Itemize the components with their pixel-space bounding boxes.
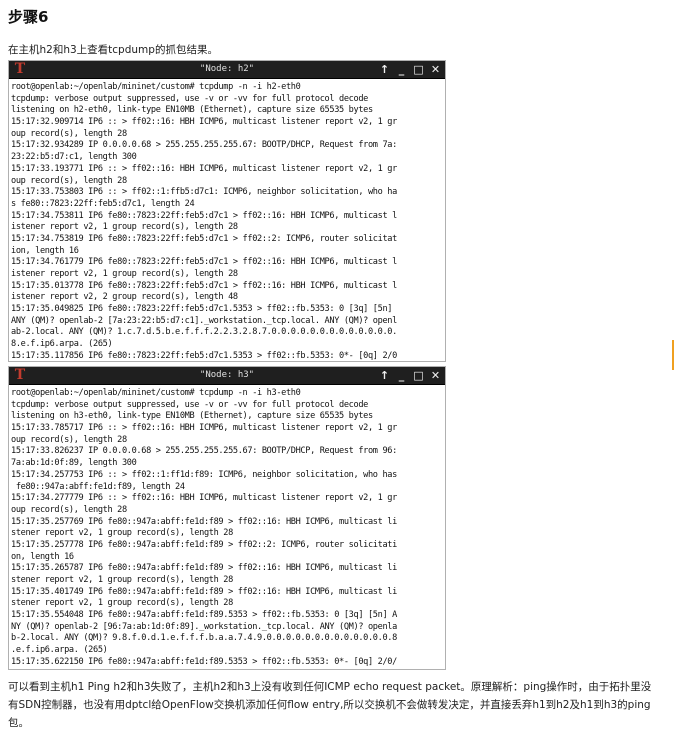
terminal-line: tcpdump: verbose output suppressed, use …: [11, 399, 368, 410]
terminal-line: ion, length 16: [11, 245, 79, 256]
terminal-line: 15:17:33.193771 IP6 :: > ff02::16: HBH I…: [11, 163, 397, 174]
up-arrow-icon[interactable]: ↑: [379, 367, 390, 384]
terminal-line: NY (QM)? openlab-2 [96:7a:ab:1d:0f:89]._…: [11, 621, 397, 632]
terminal-line: 15:17:32.934289 IP 0.0.0.0.68 > 255.255.…: [11, 140, 397, 151]
terminal-line: 23:22:b5:d7:c1, length 300: [11, 152, 137, 163]
terminal-output[interactable]: root@openlab:~/openlab/mininet/custom# t…: [9, 79, 445, 363]
terminal-line: 15:17:34.257753 IP6 :: > ff02::1:ff1d:f8…: [11, 469, 397, 480]
terminal-line: istener report v2, 1 group record(s), le…: [11, 222, 238, 233]
window-controls: ↑ _ □ ✕: [379, 61, 441, 78]
terminal-line: 15:17:35.117856 IP6 fe80::7823:22ff:feb5…: [11, 350, 397, 361]
terminal-line: stener report v2, 1 group record(s), len…: [11, 575, 233, 585]
terminal-line: 15:17:35.401749 IP6 fe80::947a:abff:fe1d…: [11, 586, 397, 597]
terminal-line: 15:17:34.761779 IP6 fe80::7823:22ff:feb5…: [11, 257, 397, 268]
terminal-line: 15:17:35.257769 IP6 fe80::947a:abff:fe1d…: [11, 516, 397, 527]
terminal-line: 15:17:34.753819 IP6 fe80::7823:22ff:feb5…: [11, 233, 397, 244]
terminal-line: 15:17:35.257778 IP6 fe80::947a:abff:fe1d…: [11, 539, 397, 550]
terminal-line: 15:17:34.753811 IP6 fe80::7823:22ff:feb5…: [11, 210, 397, 221]
terminal-line: stener report v2, 1 group record(s), len…: [11, 528, 233, 539]
terminal-line: 8.e.f.ip6.arpa. (265): [11, 339, 113, 350]
terminal-line: on, length 16: [11, 551, 74, 562]
terminal-line: s fe80::7823:22ff:feb5:d7c1, length 24: [11, 198, 195, 209]
terminal-line: tcpdump: verbose output suppressed, use …: [11, 93, 368, 104]
maximize-icon[interactable]: □: [413, 61, 424, 78]
terminal-line: 15:17:35.013778 IP6 fe80::7823:22ff:feb5…: [11, 280, 397, 291]
terminal-line: .e.f.ip6.arpa. (265): [11, 645, 108, 656]
terminal-line: 15:17:35.554048 IP6 fe80::947a:abff:fe1d…: [11, 610, 397, 621]
terminal-line: root@openlab:~/openlab/mininet/custom# t…: [11, 388, 301, 398]
article-page: 步骤6 在主机h2和h3上查看tcpdump的抓包结果。 T "Node: h2…: [0, 0, 676, 738]
maximize-icon[interactable]: □: [413, 367, 424, 384]
terminal-line: oup record(s), length 28: [11, 504, 127, 515]
terminal-line: 15:17:35.265787 IP6 fe80::947a:abff:fe1d…: [11, 563, 397, 574]
terminal-line: istener report v2, 2 group record(s), le…: [11, 292, 238, 303]
terminal-line: fe80::947a:abff:fe1d:f89, length 24: [11, 481, 185, 492]
terminal-window-h3: T "Node: h3" ↑ _ □ ✕ root@openlab:~/open…: [8, 366, 446, 670]
scroll-indicator[interactable]: [672, 340, 674, 370]
summary-paragraph: 可以看到主机h1 Ping h2和h3失败了，主机h2和h3上没有收到任何ICM…: [8, 681, 652, 729]
terminal-line: 15:17:35.049825 IP6 fe80::7823:22ff:feb5…: [11, 304, 393, 315]
terminal-line: 7a:ab:1d:0f:89, length 300: [11, 458, 137, 469]
terminal-line: ANY (QM)? openlab-2 [7a:23:22:b5:d7:c1].…: [11, 315, 397, 326]
terminal-line: 15:17:32.909714 IP6 :: > ff02::16: HBH I…: [11, 117, 397, 128]
terminal-line: istener report v2, 1 group record(s), le…: [11, 269, 238, 279]
terminal-line: listening on h3-eth0, link-type EN10MB (…: [11, 411, 373, 422]
window-controls: ↑ _ □ ✕: [379, 367, 441, 384]
terminal-line: ab-2.local. ANY (QM)? 1.c.7.d.5.b.e.f.f.…: [11, 327, 397, 338]
terminal-line: oup record(s), length 28: [11, 434, 127, 445]
terminal-line: listening on h2-eth0, link-type EN10MB (…: [11, 105, 373, 116]
terminal-line: oup record(s), length 28: [11, 175, 127, 186]
step-heading: 步骤6: [8, 8, 49, 26]
up-arrow-icon[interactable]: ↑: [379, 61, 390, 78]
close-icon[interactable]: ✕: [430, 367, 441, 384]
terminal-line: 15:17:33.826237 IP 0.0.0.0.68 > 255.255.…: [11, 446, 397, 457]
minimize-icon[interactable]: _: [396, 367, 407, 384]
terminal-line: 15:17:34.277779 IP6 :: > ff02::16: HBH I…: [11, 493, 397, 504]
terminal-line: 15:17:33.785717 IP6 :: > ff02::16: HBH I…: [11, 423, 397, 434]
title-bar[interactable]: T "Node: h2" ↑ _ □ ✕: [9, 61, 445, 79]
terminal-line: stener report v2, 1 group record(s), len…: [11, 598, 233, 609]
terminal-line: 15:17:33.753803 IP6 :: > ff02::1:ffb5:d7…: [11, 187, 397, 198]
terminal-window-h2: T "Node: h2" ↑ _ □ ✕ root@openlab:~/open…: [8, 60, 446, 362]
terminal-line: oup record(s), length 28: [11, 128, 127, 139]
minimize-icon[interactable]: _: [396, 61, 407, 78]
terminal-line: 15:17:35.622150 IP6 fe80::947a:abff:fe1d…: [11, 656, 397, 667]
intro-text: 在主机h2和h3上查看tcpdump的抓包结果。: [8, 44, 218, 56]
close-icon[interactable]: ✕: [430, 61, 441, 78]
title-bar[interactable]: T "Node: h3" ↑ _ □ ✕: [9, 367, 445, 385]
terminal-line: b-2.local. ANY (QM)? 9.8.f.0.d.1.e.f.f.f…: [11, 633, 397, 644]
terminal-output[interactable]: root@openlab:~/openlab/mininet/custom# t…: [9, 385, 445, 669]
terminal-line: root@openlab:~/openlab/mininet/custom# t…: [11, 82, 301, 92]
